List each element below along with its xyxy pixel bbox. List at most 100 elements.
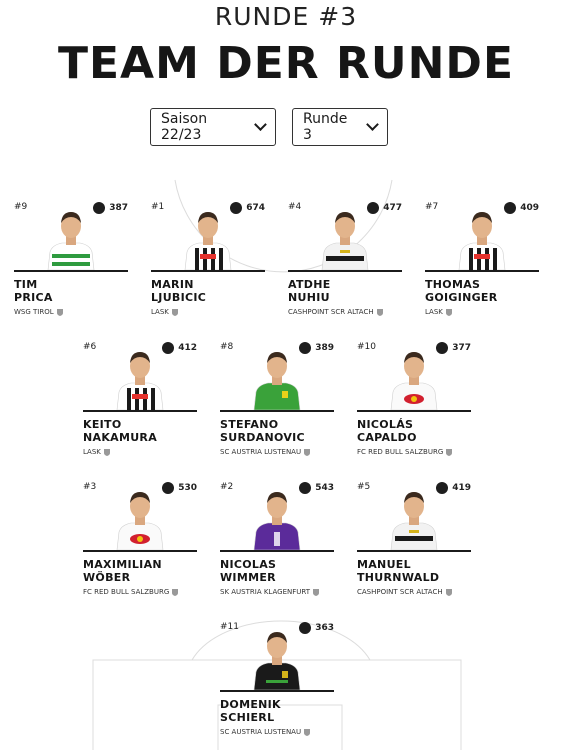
player-points: 377 <box>436 342 471 354</box>
player-club: FC RED BULL SALZBURG <box>83 588 179 596</box>
player-card[interactable]: #2 543 NICOLAS WIMMER SK AUSTRIA KLAGENFURT <box>220 482 334 602</box>
player-points: 477 <box>367 202 402 214</box>
player-points: 412 <box>162 342 197 354</box>
player-number: #10 <box>357 342 376 352</box>
points-value: 543 <box>315 483 334 493</box>
divider <box>151 270 265 272</box>
player-first-name: THOMAS <box>425 278 481 291</box>
player-card[interactable]: #3 530 MAXIMILIAN WÖBER FC RED BULL SALZBURG <box>83 482 197 602</box>
chevron-down-icon <box>254 117 267 131</box>
player-first-name: DOMENIK <box>220 698 281 711</box>
player-last-name: SURDANOVIC <box>220 431 305 444</box>
player-points: 409 <box>504 202 539 214</box>
club-name: CASHPOINT SCR ALTACH <box>288 308 374 316</box>
player-card[interactable]: #7 409 THOMAS GOIGINGER LASK <box>425 202 539 322</box>
season-select[interactable]: Saison 22/23 <box>150 108 276 146</box>
player-first-name: NICOLAS <box>220 558 277 571</box>
player-photo <box>389 344 439 411</box>
player-last-name: PRICA <box>14 291 53 304</box>
player-photo <box>252 484 302 551</box>
player-number: #6 <box>83 342 97 352</box>
player-club: WSG TIROL <box>14 308 63 316</box>
divider <box>220 550 334 552</box>
points-value: 530 <box>178 483 197 493</box>
divider <box>220 410 334 412</box>
club-name: SC AUSTRIA LUSTENAU <box>220 728 302 736</box>
player-card[interactable]: #10 377 NICOLÁS CAPALDO FC RED BULL SALZBURG <box>357 342 471 462</box>
points-value: 419 <box>452 483 471 493</box>
points-value: 409 <box>520 203 539 213</box>
salzburg-crest-icon <box>172 588 179 596</box>
wsg-crest-icon <box>56 308 63 316</box>
player-points: 363 <box>299 622 334 634</box>
player-card[interactable]: #6 412 KEITO NAKAMURA LASK <box>83 342 197 462</box>
player-first-name: MANUEL <box>357 558 411 571</box>
club-name: LASK <box>83 448 101 456</box>
lask-crest-icon <box>171 308 178 316</box>
player-card[interactable]: #11 363 DOMENIK SCHIERL SC AUSTRIA LUSTENAU <box>220 622 334 742</box>
player-last-name: CAPALDO <box>357 431 417 444</box>
points-value: 477 <box>383 203 402 213</box>
round-select-value: Runde 3 <box>303 111 348 143</box>
divider <box>83 550 197 552</box>
player-last-name: LJUBICIC <box>151 291 207 304</box>
round-select[interactable]: Runde 3 <box>292 108 388 146</box>
divider <box>357 410 471 412</box>
player-number: #1 <box>151 202 165 212</box>
player-first-name: STEFANO <box>220 418 279 431</box>
lask-crest-icon <box>103 448 110 456</box>
club-name: FC RED BULL SALZBURG <box>83 588 170 596</box>
points-value: 412 <box>178 343 197 353</box>
player-photo <box>389 484 439 551</box>
lustenau-crest-icon <box>304 448 311 456</box>
divider <box>220 690 334 692</box>
player-card[interactable]: #5 419 MANUEL THURNWALD CASHPOINT SCR ALTACH <box>357 482 471 602</box>
club-name: CASHPOINT SCR ALTACH <box>357 588 443 596</box>
player-photo <box>46 204 96 271</box>
player-photo <box>115 484 165 551</box>
player-photo <box>252 344 302 411</box>
divider <box>288 270 402 272</box>
page-title: TEAM DER RUNDE <box>57 38 515 89</box>
points-value: 674 <box>246 203 265 213</box>
player-number: #3 <box>83 482 97 492</box>
player-points: 387 <box>93 202 128 214</box>
player-points: 389 <box>299 342 334 354</box>
player-first-name: KEITO <box>83 418 122 431</box>
player-number: #11 <box>220 622 239 632</box>
points-value: 377 <box>452 343 471 353</box>
player-club: LASK <box>151 308 178 316</box>
player-photo <box>115 344 165 411</box>
player-number: #2 <box>220 482 234 492</box>
player-club: CASHPOINT SCR ALTACH <box>288 308 383 316</box>
points-value: 387 <box>109 203 128 213</box>
player-photo <box>183 204 233 271</box>
player-first-name: TIM <box>14 278 38 291</box>
player-number: #4 <box>288 202 302 212</box>
divider <box>83 410 197 412</box>
player-number: #8 <box>220 342 234 352</box>
player-card[interactable]: #1 674 MARIN LJUBICIC LASK <box>151 202 265 322</box>
player-points: 674 <box>230 202 265 214</box>
player-points: 419 <box>436 482 471 494</box>
player-first-name: MARIN <box>151 278 194 291</box>
player-number: #7 <box>425 202 439 212</box>
divider <box>357 550 471 552</box>
points-value: 389 <box>315 343 334 353</box>
club-name: LASK <box>151 308 169 316</box>
player-card[interactable]: #9 387 TIM PRICA WSG TIROL <box>14 202 128 322</box>
player-first-name: ATDHE <box>288 278 331 291</box>
divider <box>425 270 539 272</box>
altach-crest-icon <box>376 308 383 316</box>
player-points: 543 <box>299 482 334 494</box>
club-name: SC AUSTRIA LUSTENAU <box>220 448 302 456</box>
player-last-name: THURNWALD <box>357 571 440 584</box>
lask-crest-icon <box>445 308 452 316</box>
player-card[interactable]: #4 477 ATDHE NUHIU CASHPOINT SCR ALTACH <box>288 202 402 322</box>
player-last-name: SCHIERL <box>220 711 275 724</box>
player-photo <box>320 204 370 271</box>
points-value: 363 <box>315 623 334 633</box>
player-club: CASHPOINT SCR ALTACH <box>357 588 452 596</box>
player-card[interactable]: #8 389 STEFANO SURDANOVIC SC AUSTRIA LUSTENA… <box>220 342 334 462</box>
player-photo <box>252 624 302 691</box>
